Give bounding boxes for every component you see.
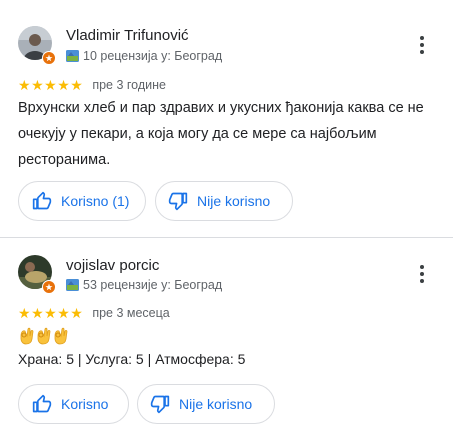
- more-vert-icon[interactable]: [412, 262, 432, 286]
- not-helpful-button[interactable]: Nije korisno: [137, 384, 275, 424]
- not-helpful-label: Nije korisno: [179, 396, 253, 412]
- rating-row: ★ ★ ★ ★ ★ пре 3 месеца: [18, 306, 170, 320]
- reviewer-name[interactable]: vojislav porcic: [66, 257, 159, 274]
- review-subratings: Храна: 5 | Услуга: 5 | Атмосфера: 5: [18, 351, 246, 367]
- local-guide-badge-icon: [42, 51, 56, 65]
- review-card: Vladimir Trifunović 10 рецензија у: Беог…: [0, 0, 453, 237]
- star-icon: ★: [44, 77, 57, 93]
- star-icon: ★: [31, 77, 44, 93]
- review-text: Врхунски хлеб и пар здравих и укусних ђа…: [18, 100, 424, 168]
- review-time: пре 3 месеца: [92, 306, 170, 320]
- star-icon: ★: [18, 77, 31, 93]
- helpful-button[interactable]: Korisno (1): [18, 181, 146, 221]
- avatar[interactable]: [18, 255, 56, 294]
- star-icon: ★: [70, 77, 83, 93]
- reviewer-meta-text: 10 рецензија у: Београд: [83, 49, 223, 63]
- reviewer-meta: 53 рецензије у: Београд: [66, 278, 222, 292]
- avatar[interactable]: [18, 26, 56, 65]
- ok-hand-icon: [20, 327, 34, 345]
- helpful-label: Korisno (1): [61, 193, 130, 209]
- star-icon: ★: [31, 305, 44, 321]
- thumb-up-icon: [32, 191, 52, 210]
- star-icon: ★: [44, 305, 57, 321]
- rating-row: ★ ★ ★ ★ ★ пре 3 године: [18, 78, 166, 92]
- review-emoji-row: [18, 327, 69, 345]
- ok-hand-icon: [54, 327, 68, 345]
- thumb-down-icon: [168, 192, 188, 211]
- helpful-button[interactable]: Korisno: [18, 384, 129, 424]
- star-icon: ★: [57, 305, 70, 321]
- ok-hand-icon: [37, 327, 51, 345]
- not-helpful-button[interactable]: Nije korisno: [155, 181, 293, 221]
- not-helpful-label: Nije korisno: [197, 193, 271, 209]
- reviewer-name[interactable]: Vladimir Trifunović: [66, 27, 189, 44]
- local-guide-map-icon: [66, 279, 79, 291]
- thumb-up-icon: [32, 394, 52, 413]
- star-icon: ★: [18, 305, 31, 321]
- more-vert-icon[interactable]: [412, 33, 432, 57]
- review-time: пре 3 године: [92, 78, 166, 92]
- star-icon: ★: [70, 305, 83, 321]
- reviewer-meta: 10 рецензија у: Београд: [66, 49, 222, 63]
- thumb-down-icon: [150, 395, 170, 414]
- reviewer-meta-text: 53 рецензије у: Београд: [83, 278, 223, 292]
- review-card: vojislav porcic 53 рецензије у: Београд …: [0, 238, 453, 435]
- local-guide-badge-icon: [42, 280, 56, 294]
- local-guide-map-icon: [66, 50, 79, 62]
- helpful-label: Korisno: [61, 396, 109, 412]
- star-icon: ★: [57, 77, 70, 93]
